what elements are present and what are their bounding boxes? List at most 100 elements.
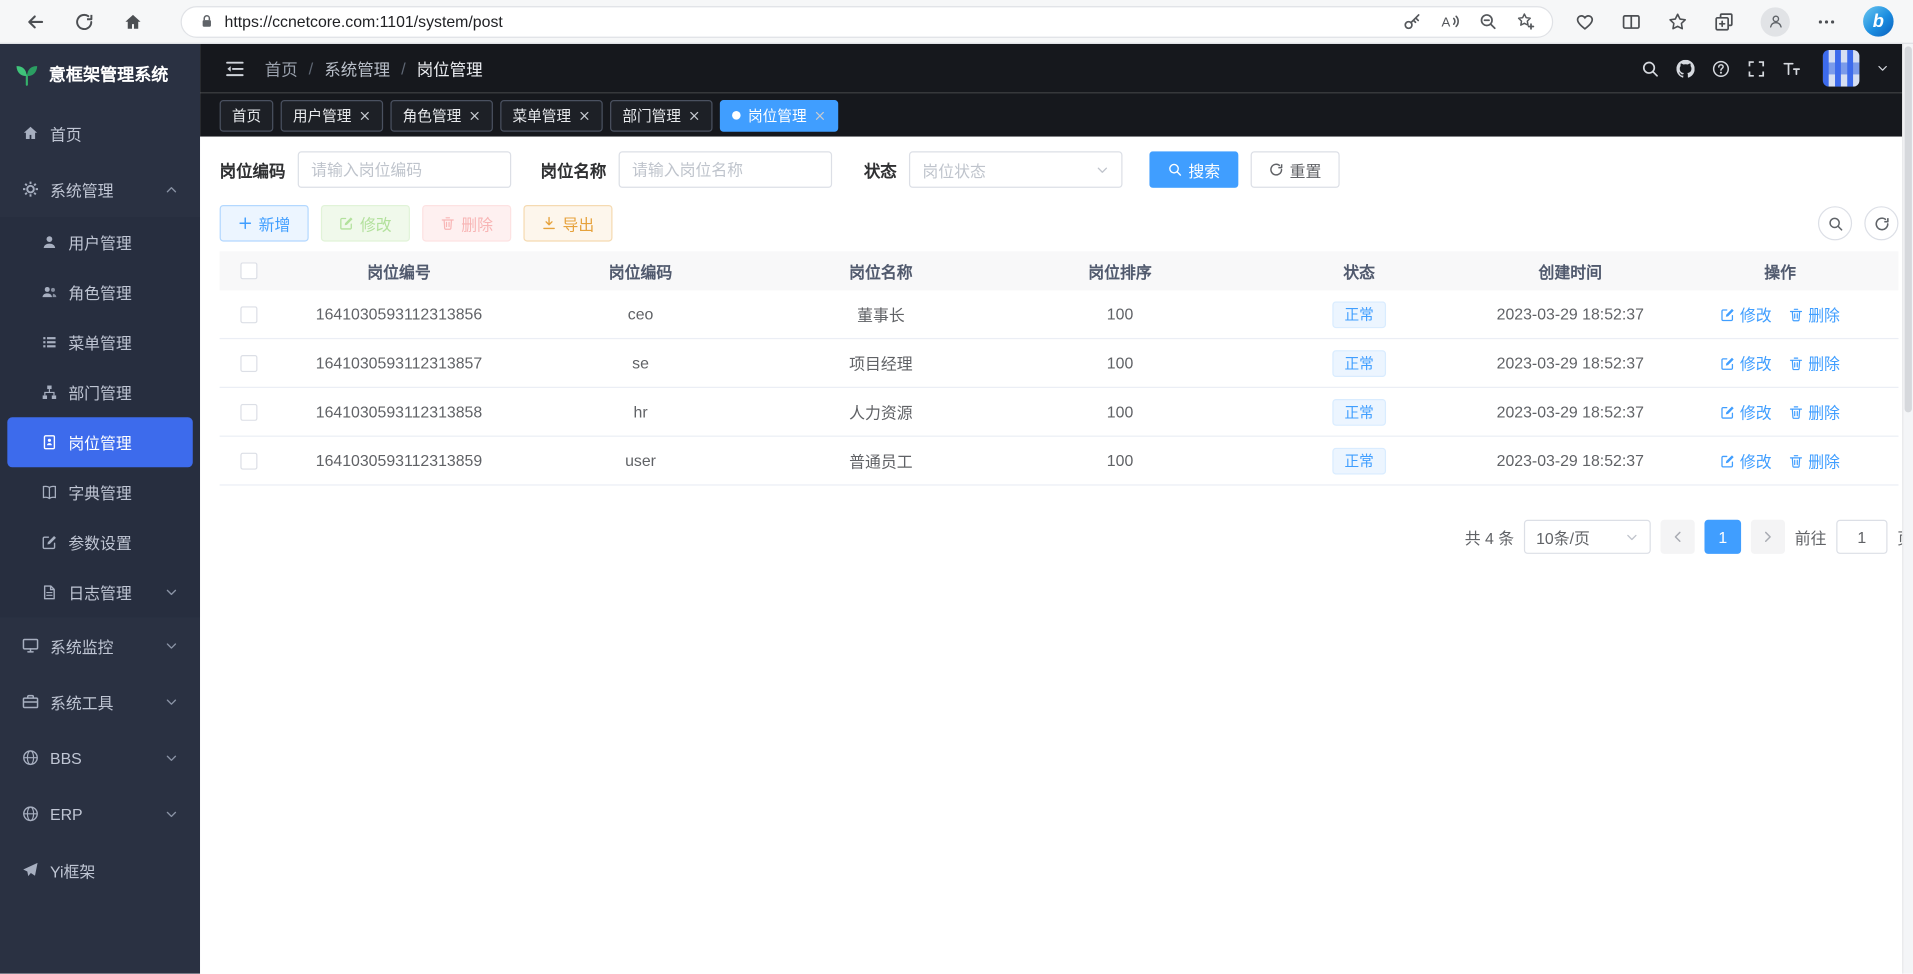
list-icon [41, 334, 57, 350]
browser-back-button[interactable] [17, 3, 54, 40]
fullscreen-icon[interactable] [1747, 59, 1765, 77]
table-tools [1818, 206, 1899, 240]
password-key-icon[interactable] [1403, 12, 1421, 30]
delete-button-label: 删除 [461, 212, 493, 235]
page-scrollbar[interactable] [1902, 44, 1913, 974]
browser-essentials-icon[interactable] [1575, 12, 1595, 32]
row-edit-button[interactable]: 修改 [1720, 303, 1771, 326]
menu-label: ERP [50, 805, 83, 823]
cell-post-id: 1641030593112313857 [278, 354, 520, 372]
edit-button[interactable]: 修改 [321, 205, 410, 242]
browser-profile-avatar[interactable] [1761, 7, 1790, 36]
refresh-table-button[interactable] [1864, 206, 1898, 240]
user-menu-caret-icon[interactable] [1877, 62, 1889, 74]
tab-user-management[interactable]: 用户管理 [281, 99, 384, 131]
split-screen-icon[interactable] [1622, 12, 1642, 32]
sidebar-item-role-management[interactable]: 角色管理 [0, 267, 200, 317]
row-edit-button[interactable]: 修改 [1720, 449, 1771, 472]
font-size-icon[interactable] [1783, 59, 1801, 77]
scrollbar-thumb[interactable] [1905, 46, 1912, 412]
favorites-icon[interactable] [1668, 12, 1688, 32]
row-delete-button[interactable]: 删除 [1789, 400, 1840, 423]
help-icon[interactable] [1712, 59, 1730, 77]
collections-icon[interactable] [1714, 12, 1734, 32]
row-delete-button[interactable]: 删除 [1789, 449, 1840, 472]
post-name-input[interactable] [619, 151, 833, 188]
main-panel: 首页 / 系统管理 / 岗位管理 [200, 44, 1913, 974]
address-bar[interactable]: https://ccnetcore.com:1101/system/post [181, 5, 1554, 37]
row-delete-button[interactable]: 删除 [1789, 303, 1840, 326]
row-checkbox[interactable] [240, 306, 257, 323]
sidebar-group-erp[interactable]: ERP [0, 786, 200, 842]
sidebar-item-post-management[interactable]: 岗位管理 [7, 417, 192, 467]
tab-post-management[interactable]: 岗位管理 [720, 99, 838, 131]
bing-icon[interactable]: b [1863, 6, 1894, 37]
status-badge: 正常 [1332, 301, 1386, 328]
tab-label: 角色管理 [403, 105, 462, 126]
row-delete-button[interactable]: 删除 [1789, 351, 1840, 374]
row-checkbox[interactable] [240, 452, 257, 469]
url-text[interactable]: https://ccnetcore.com:1101/system/post [224, 12, 502, 30]
tab-menu-management[interactable]: 菜单管理 [500, 99, 603, 131]
page-number-1[interactable]: 1 [1704, 520, 1741, 554]
prev-page-button[interactable] [1661, 520, 1695, 554]
row-edit-button[interactable]: 修改 [1720, 351, 1771, 374]
sidebar-item-yi-framework[interactable]: Yi框架 [0, 842, 200, 898]
sidebar-group-system-management[interactable]: 系统管理 [0, 161, 200, 217]
goto-page-input[interactable] [1836, 520, 1887, 554]
tab-home[interactable]: 首页 [220, 99, 274, 131]
github-icon[interactable] [1676, 59, 1694, 77]
delete-button[interactable]: 删除 [422, 205, 511, 242]
add-button[interactable]: 新增 [220, 205, 309, 242]
close-icon[interactable] [688, 109, 700, 121]
close-icon[interactable] [578, 109, 590, 121]
read-aloud-icon[interactable] [1441, 12, 1459, 30]
row-edit-button[interactable]: 修改 [1720, 400, 1771, 423]
tab-role-management[interactable]: 角色管理 [390, 99, 493, 131]
sidebar-item-dict-management[interactable]: 字典管理 [0, 467, 200, 517]
close-icon[interactable] [359, 109, 371, 121]
browser-settings-icon[interactable] [1817, 12, 1837, 32]
post-code-input[interactable] [298, 151, 512, 188]
status-select-placeholder: 岗位状态 [922, 158, 985, 181]
page-size-select[interactable]: 10条/页 [1524, 520, 1651, 554]
breadcrumb-home[interactable]: 首页 [265, 56, 298, 80]
row-delete-label: 删除 [1808, 303, 1840, 326]
close-icon[interactable] [814, 109, 826, 121]
tab-dept-management[interactable]: 部门管理 [610, 99, 713, 131]
zoom-icon[interactable] [1479, 12, 1497, 30]
status-badge: 正常 [1332, 398, 1386, 425]
refresh-icon [1873, 215, 1889, 231]
user-avatar[interactable] [1823, 50, 1860, 87]
sidebar-item-param-settings[interactable]: 参数设置 [0, 517, 200, 567]
sidebar-toggle-icon[interactable] [224, 58, 245, 79]
browser-refresh-button[interactable] [66, 3, 103, 40]
next-page-button[interactable] [1751, 520, 1785, 554]
sidebar-group-system-tools[interactable]: 系统工具 [0, 673, 200, 729]
search-icon[interactable] [1641, 59, 1659, 77]
cell-post-code: se [520, 354, 762, 372]
table-row: 1641030593112313856 ceo 董事长 100 正常 2023-… [220, 290, 1899, 339]
show-search-button[interactable] [1818, 206, 1852, 240]
sidebar-group-system-monitor[interactable]: 系统监控 [0, 617, 200, 673]
page-size-value: 10条/页 [1536, 525, 1590, 548]
sidebar-item-menu-management[interactable]: 菜单管理 [0, 317, 200, 367]
row-checkbox[interactable] [240, 403, 257, 420]
site-lock-icon[interactable] [199, 13, 215, 29]
reset-button[interactable]: 重置 [1251, 151, 1340, 188]
sidebar-item-dept-management[interactable]: 部门管理 [0, 367, 200, 417]
sidebar-item-user-management[interactable]: 用户管理 [0, 217, 200, 267]
export-button[interactable]: 导出 [523, 205, 612, 242]
select-all-checkbox[interactable] [240, 262, 257, 279]
sidebar-group-bbs[interactable]: BBS [0, 730, 200, 786]
status-select[interactable]: 岗位状态 [909, 151, 1123, 188]
sidebar-group-log-management[interactable]: 日志管理 [0, 567, 200, 617]
row-checkbox[interactable] [240, 354, 257, 371]
browser-home-button[interactable] [115, 3, 152, 40]
close-icon[interactable] [469, 109, 481, 121]
cell-post-name: 董事长 [761, 303, 1000, 326]
sidebar-item-home[interactable]: 首页 [0, 105, 200, 161]
menu-label: 参数设置 [68, 531, 131, 554]
add-favorite-icon[interactable] [1517, 12, 1535, 30]
search-button[interactable]: 搜索 [1149, 151, 1238, 188]
